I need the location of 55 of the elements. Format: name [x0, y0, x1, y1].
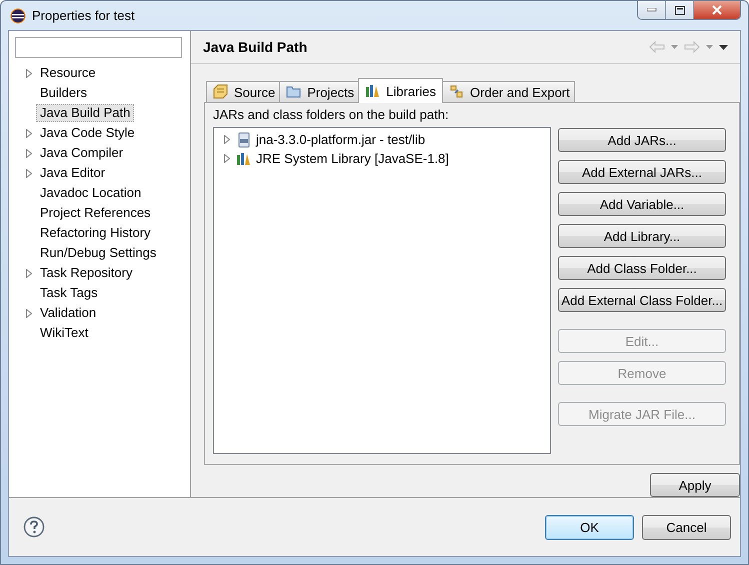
action-button[interactable]: Add Variable... — [558, 192, 726, 216]
dialog-button[interactable]: Cancel — [642, 514, 731, 540]
expand-arrow-icon[interactable] — [26, 308, 32, 318]
list-label: JARs and class folders on the build path: — [213, 107, 450, 124]
sidebar-item[interactable]: Javadoc Location — [36, 184, 144, 202]
close-button[interactable] — [693, 1, 740, 19]
books-icon — [236, 150, 252, 166]
action-button[interactable]: Add Class Folder... — [558, 256, 726, 280]
sidebar-item[interactable]: Task Tags — [36, 284, 101, 302]
action-button[interactable]: Add Library... — [558, 224, 726, 248]
apply-button[interactable]: Apply — [650, 473, 740, 497]
tab[interactable]: Projects — [279, 81, 360, 102]
list-item[interactable]: jna-3.3.0-platform.jar - test/lib — [256, 132, 426, 147]
sidebar-item[interactable]: Validation — [36, 304, 100, 322]
sidebar-item[interactable]: Resource — [36, 64, 99, 82]
sidebar-item[interactable]: Builders — [36, 84, 90, 102]
action-button[interactable]: Add JARs... — [558, 128, 726, 152]
tab[interactable]: Order and Export — [442, 81, 575, 102]
expand-arrow-icon[interactable] — [26, 168, 32, 178]
close-icon — [712, 5, 722, 15]
library-list[interactable]: jna-3.3.0-platform.jar - test/lib JRE System Library [JavaSE-1.8] — [213, 127, 551, 454]
sidebar-item[interactable]: Java Build Path — [36, 104, 134, 122]
expand-arrow-icon[interactable] — [26, 68, 32, 78]
sidebar-item[interactable]: Refactoring History — [36, 224, 154, 242]
expand-arrow-icon[interactable] — [224, 154, 230, 163]
sidebar-item[interactable]: Java Compiler — [36, 144, 126, 162]
list-item[interactable]: JRE System Library [JavaSE-1.8] — [256, 151, 449, 166]
menu-icon[interactable] — [719, 44, 728, 50]
sidebar-item[interactable]: Java Editor — [36, 164, 108, 182]
expand-arrow-icon[interactable] — [26, 268, 32, 278]
expand-arrow-icon[interactable] — [224, 135, 230, 144]
tab[interactable]: Source — [206, 81, 280, 102]
books-icon — [365, 83, 382, 99]
expand-arrow-icon[interactable] — [26, 148, 32, 158]
sidebar-item[interactable]: Java Code Style — [36, 124, 138, 142]
sidebar-item[interactable]: WikiText — [36, 324, 92, 342]
maximize-icon — [674, 6, 684, 14]
action-button[interactable]: Add External JARs... — [558, 160, 726, 184]
window-title: Properties for test — [32, 8, 136, 23]
help-icon[interactable] — [23, 516, 45, 538]
action-button[interactable]: Add External Class Folder... — [558, 288, 726, 312]
sidebar-item[interactable]: Run/Debug Settings — [36, 244, 160, 262]
minimize-icon — [646, 8, 656, 12]
sidebar-item[interactable]: Project References — [36, 204, 154, 222]
dialog-button[interactable]: OK — [545, 514, 634, 540]
dropdown-icon[interactable] — [671, 45, 678, 49]
app-icon — [10, 8, 26, 24]
filter-field[interactable] — [15, 37, 182, 58]
jar-icon — [236, 132, 252, 148]
dropdown-icon[interactable] — [706, 45, 713, 49]
expand-arrow-icon[interactable] — [26, 128, 32, 138]
page-title: Java Build Path — [203, 39, 308, 55]
maximize-button[interactable] — [665, 1, 693, 19]
tab[interactable]: Libraries — [358, 78, 444, 103]
sidebar-item[interactable]: Task Repository — [36, 264, 136, 282]
